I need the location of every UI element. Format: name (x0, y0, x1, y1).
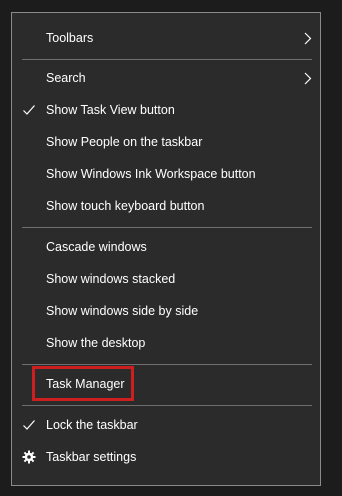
menu-separator (22, 227, 312, 228)
menu-item-label: Lock the taskbar (46, 418, 138, 432)
menu-item-show-desktop[interactable]: Show the desktop (12, 328, 320, 358)
menu-item-windows-side-by-side[interactable]: Show windows side by side (12, 296, 320, 326)
menu-separator (22, 59, 312, 60)
menu-item-label: Toolbars (46, 31, 94, 45)
menu-item-label: Task Manager (46, 377, 125, 391)
menu-item-label: Show windows stacked (46, 272, 176, 286)
menu-separator (22, 364, 312, 365)
menu-item-show-people[interactable]: Show People on the taskbar (12, 127, 320, 157)
menu-item-toolbars[interactable]: Toolbars (12, 23, 320, 53)
menu-item-label: Search (46, 71, 86, 85)
menu-item-label: Show Task View button (46, 103, 175, 117)
menu-item-label: Show the desktop (46, 336, 146, 350)
checkmark-icon (23, 105, 35, 115)
menu-item-search[interactable]: Search (12, 63, 320, 93)
menu-item-label: Show People on the taskbar (46, 135, 203, 149)
gear-icon (22, 450, 36, 464)
menu-item-show-task-view-button[interactable]: Show Task View button (12, 95, 320, 125)
menu-item-label: Show touch keyboard button (46, 199, 205, 213)
menu-item-lock-taskbar[interactable]: Lock the taskbar (12, 410, 320, 440)
menu-item-windows-stacked[interactable]: Show windows stacked (12, 264, 320, 294)
chevron-right-icon (304, 32, 312, 45)
menu-item-show-touch-keyboard[interactable]: Show touch keyboard button (12, 191, 320, 221)
menu-item-label: Show windows side by side (46, 304, 199, 318)
chevron-right-icon (304, 72, 312, 85)
menu-item-taskbar-settings[interactable]: Taskbar settings (12, 442, 320, 472)
menu-item-task-manager[interactable]: Task Manager (12, 369, 320, 399)
menu-separator (22, 405, 312, 406)
menu-item-label: Taskbar settings (46, 450, 137, 464)
menu-item-label: Show Windows Ink Workspace button (46, 167, 256, 181)
menu-item-cascade-windows[interactable]: Cascade windows (12, 232, 320, 262)
checkmark-icon (23, 420, 35, 430)
taskbar-context-menu: Toolbars Search Show Task View button Sh… (11, 12, 321, 486)
menu-item-show-ink-workspace[interactable]: Show Windows Ink Workspace button (12, 159, 320, 189)
menu-item-label: Cascade windows (46, 240, 147, 254)
